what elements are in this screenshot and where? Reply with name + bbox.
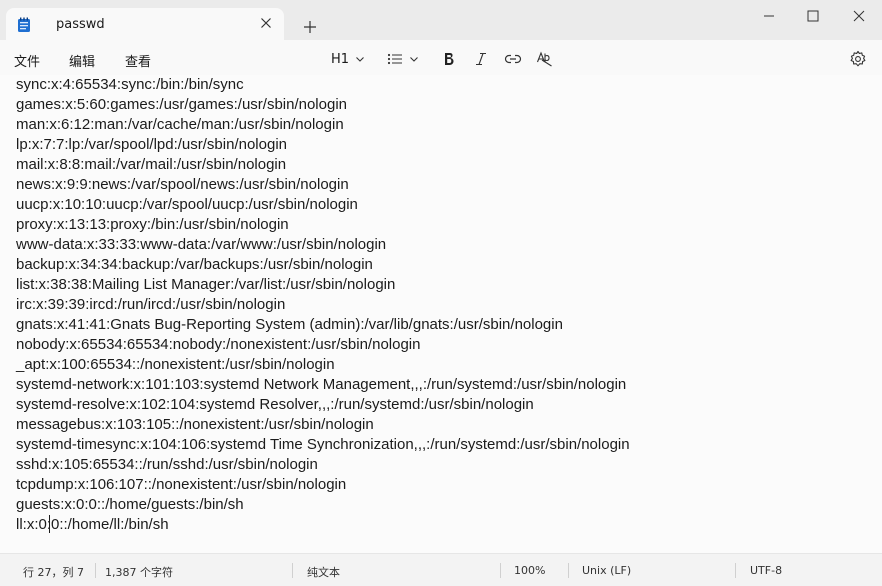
text-line: list:x:38:38:Mailing List Manager:/var/l… [16,276,396,293]
notepad-icon [17,17,31,33]
menu-toolbar: 文件 编辑 查看 H1 [0,40,882,75]
text-line: news:x:9:9:news:/var/spool/news:/usr/sbi… [16,176,349,193]
heading-dropdown[interactable]: H1 [331,49,365,69]
maximize-icon[interactable] [802,6,824,26]
text-line: systemd-timesync:x:104:106:systemd Time … [16,436,630,453]
line-ending[interactable]: Unix (LF) [582,564,631,577]
text-line: gnats:x:41:41:Gnats Bug-Reporting System… [16,316,563,333]
tab-title: passwd [56,17,105,32]
text-caret [49,515,50,533]
text-line: lp:x:7:7:lp:/var/spool/lpd:/usr/sbin/nol… [16,136,287,153]
status-divider [95,563,96,578]
status-divider [568,563,569,578]
status-divider [500,563,501,578]
cursor-position: 行 27，列 7 [23,566,84,579]
text-line: man:x:6:12:man:/var/cache/man:/usr/sbin/… [16,116,344,133]
text-editor[interactable]: sync:x:4:65534:sync:/bin:/bin/sync games… [0,75,882,553]
text-line: messagebus:x:103:105::/nonexistent:/usr/… [16,416,374,433]
chevron-down-icon [410,57,418,62]
heading-label: H1 [331,51,350,67]
bullet-list-icon [387,53,402,65]
text-format[interactable]: 纯文本 [307,564,340,580]
character-count: 1,387 个字符 [105,566,173,579]
minimize-icon[interactable] [758,6,780,26]
text-line: mail:x:8:8:mail:/var/mail:/usr/sbin/nolo… [16,156,287,173]
bold-icon[interactable] [442,49,456,69]
text-line: sshd:x:105:65534::/run/sshd:/usr/sbin/no… [16,456,318,473]
link-icon[interactable] [504,49,522,69]
close-icon[interactable] [258,15,274,31]
text-line: uucp:x:10:10:uucp:/var/spool/uucp:/usr/s… [16,196,358,213]
text-line: guests:x:0:0::/home/guests:/bin/sh [16,496,244,513]
text-line: sync:x:4:65534:sync:/bin:/bin/sync [16,76,244,93]
spellcheck-icon[interactable] [536,49,554,69]
status-divider [292,563,293,578]
text-line: nobody:x:65534:65534:nobody:/nonexistent… [16,336,421,353]
italic-icon[interactable] [474,49,488,69]
menu-file[interactable]: 文件 [14,51,40,70]
text-line: proxy:x:13:13:proxy:/bin:/usr/sbin/nolog… [16,216,289,233]
chevron-down-icon [356,57,364,62]
gear-icon[interactable] [849,49,867,69]
text-line: systemd-resolve:x:102:104:systemd Resolv… [16,396,534,413]
tab-passwd[interactable]: passwd [6,8,284,40]
window-close-icon[interactable] [848,6,870,26]
zoom-level[interactable]: 100% [514,564,545,577]
text-line: _apt:x:100:65534::/nonexistent:/usr/sbin… [16,356,335,373]
menu-view[interactable]: 查看 [125,51,151,70]
text-line: irc:x:39:39:ircd:/run/ircd:/usr/sbin/nol… [16,296,286,313]
encoding[interactable]: UTF-8 [750,564,782,577]
text-line: www-data:x:33:33:www-data:/var/www:/usr/… [16,236,387,253]
status-bar: 行 27，列 7 1,387 个字符 纯文本 100% Unix (LF) UT… [0,553,882,586]
text-line: backup:x:34:34:backup:/var/backups:/usr/… [16,256,373,273]
text-line: ll:x:0:0::/home/ll:/bin/sh [16,516,169,533]
status-divider [735,563,736,578]
text-line: tcpdump:x:106:107::/nonexistent:/usr/sbi… [16,476,347,493]
menu-edit[interactable]: 编辑 [69,51,95,70]
text-line: systemd-network:x:101:103:systemd Networ… [16,376,627,393]
title-bar: passwd [0,0,882,40]
text-line: games:x:5:60:games:/usr/games:/usr/sbin/… [16,96,348,113]
list-dropdown[interactable] [387,49,419,69]
plus-icon[interactable] [300,17,320,37]
